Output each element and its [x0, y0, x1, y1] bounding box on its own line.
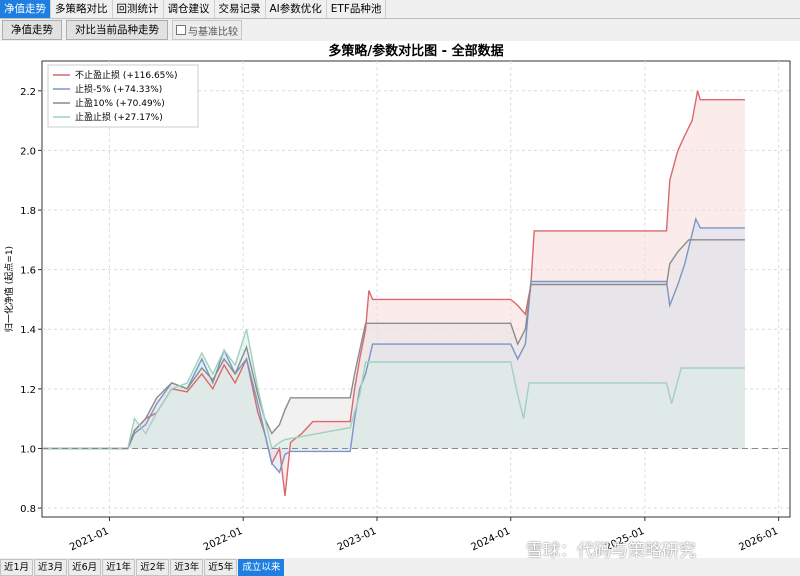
tab-6[interactable]: ETF品种池 — [327, 0, 387, 18]
y-tick-label: 0.8 — [20, 504, 36, 515]
benchmark-checkbox-label: 与基准比较 — [188, 26, 238, 38]
y-tick-label: 1.0 — [20, 444, 36, 455]
compare-current-button[interactable]: 对比当前品种走势 — [66, 20, 168, 40]
range-button-5[interactable]: 近3年 — [170, 559, 204, 576]
range-button-4[interactable]: 近2年 — [136, 559, 170, 576]
x-tick-label: 2024-01 — [469, 526, 512, 554]
y-axis-label: 归一化净值 (起点=1) — [3, 246, 15, 332]
range-button-1[interactable]: 近3月 — [34, 559, 68, 576]
toolbar: 净值走势 对比当前品种走势 与基准比较 — [0, 19, 800, 41]
nav-chart: 多策略/参数对比图 - 全部数据 0.8 1.0 1.2 1.4 1.6 1.8 2.0 2.2… — [3, 43, 791, 554]
range-button-6[interactable]: 近5年 — [204, 559, 238, 576]
range-button-3[interactable]: 近1年 — [102, 559, 136, 576]
range-bar: 近1月 近3月 近6月 近1年 近2年 近3年 近5年 成立以来 — [0, 559, 800, 576]
main-tab-bar: 净值走势 多策略对比 回测统计 调仓建议 交易记录 AI参数优化 ETF品种池 — [0, 0, 800, 19]
y-tick-label: 1.4 — [20, 325, 36, 336]
tab-1[interactable]: 多策略对比 — [51, 0, 113, 18]
checkbox-box-icon — [176, 25, 186, 35]
tab-4[interactable]: 交易记录 — [215, 0, 266, 18]
range-button-7[interactable]: 成立以来 — [238, 559, 285, 576]
legend-entry-3: 止盈止损 (+27.17%) — [75, 111, 163, 123]
watermark: 雪球：代码与策略研究 — [526, 541, 696, 561]
tab-0[interactable]: 净值走势 — [0, 0, 51, 18]
chart-panel: 多策略/参数对比图 - 全部数据 0.8 1.0 1.2 1.4 1.6 1.8 2.0 2.2… — [0, 41, 800, 558]
y-tick-label: 1.6 — [20, 266, 36, 277]
x-tick-label: 2026-01 — [737, 526, 780, 554]
tab-2[interactable]: 回测统计 — [113, 0, 164, 18]
range-button-2[interactable]: 近6月 — [68, 559, 102, 576]
y-tick-label: 2.0 — [20, 146, 36, 157]
y-tick-label: 2.2 — [20, 87, 36, 98]
x-tick-label: 2021-01 — [68, 526, 111, 554]
range-button-0[interactable]: 近1月 — [0, 559, 34, 576]
x-tick-label: 2022-01 — [202, 526, 245, 554]
tab-3[interactable]: 调仓建议 — [164, 0, 215, 18]
nav-chart-button[interactable]: 净值走势 — [2, 20, 62, 40]
legend-entry-0: 不止盈止损 (+116.65%) — [75, 69, 177, 81]
chart-title: 多策略/参数对比图 - 全部数据 — [328, 43, 503, 59]
y-tick-label: 1.8 — [20, 206, 36, 217]
legend-entry-2: 止盈10% (+70.49%) — [75, 97, 165, 109]
benchmark-checkbox[interactable]: 与基准比较 — [172, 20, 242, 40]
legend-entry-1: 止损-5% (+74.33%) — [75, 83, 162, 95]
y-tick-label: 1.2 — [20, 385, 36, 396]
tab-5[interactable]: AI参数优化 — [266, 0, 327, 18]
x-tick-label: 2023-01 — [336, 526, 379, 554]
